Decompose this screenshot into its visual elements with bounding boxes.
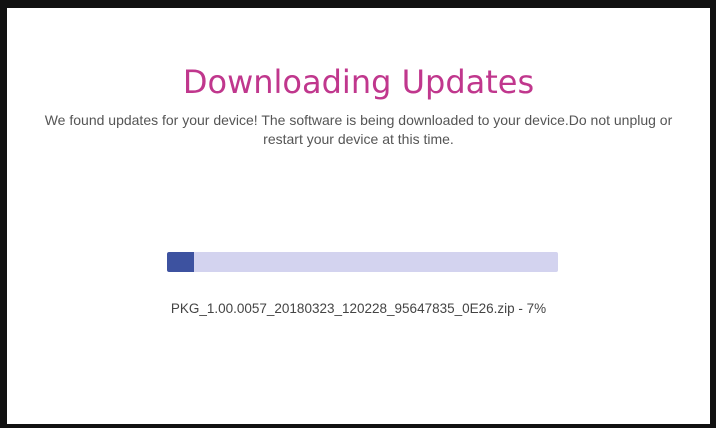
window-edge-mark	[670, 0, 686, 2]
download-status-text: PKG_1.00.0057_20180323_120228_95647835_0…	[170, 301, 547, 316]
page-title: Downloading Updates	[182, 63, 535, 101]
download-progress-bar	[167, 252, 558, 272]
update-message: We found updates for your device! The so…	[44, 112, 673, 147]
update-screen: Downloading Updates We found updates for…	[0, 0, 716, 428]
download-progress-fill	[167, 252, 195, 272]
